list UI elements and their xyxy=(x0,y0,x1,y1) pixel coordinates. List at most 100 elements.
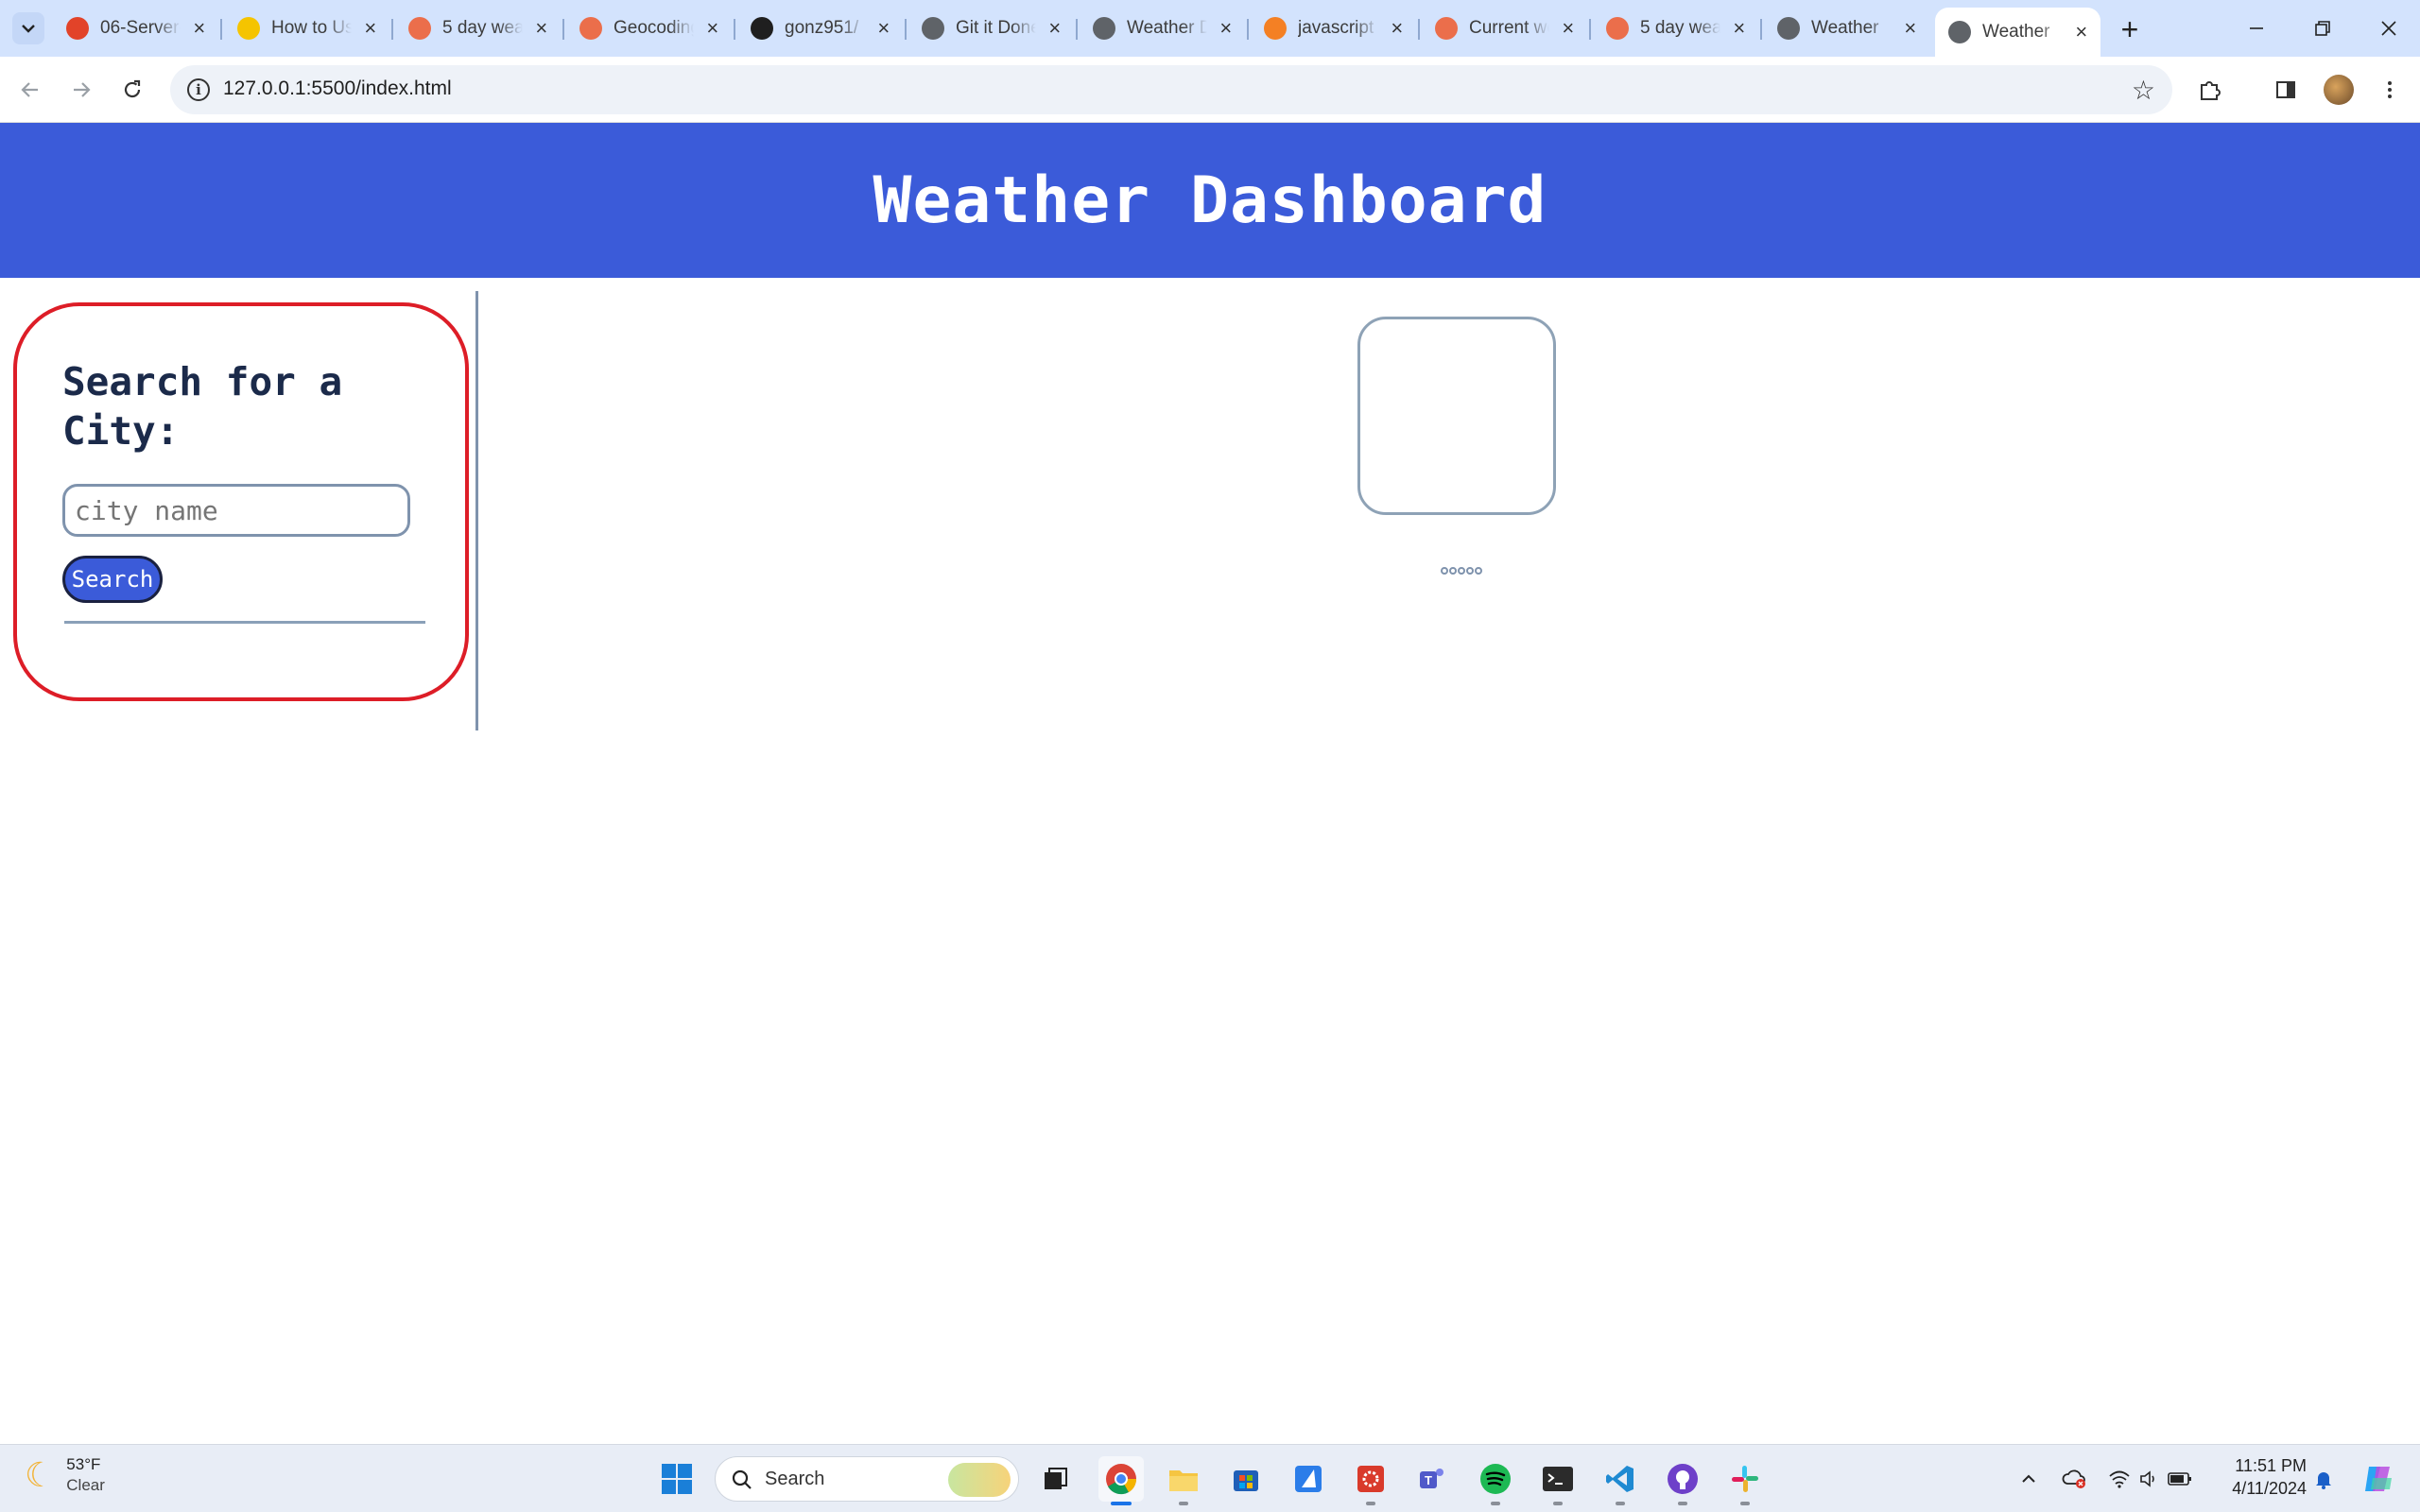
restore-button[interactable] xyxy=(2290,0,2356,57)
notifications-button[interactable] xyxy=(2310,1466,2337,1492)
chrome-menu-button[interactable] xyxy=(2373,73,2407,107)
windows-logo-icon xyxy=(662,1464,692,1494)
tab-separator xyxy=(1589,19,1591,40)
running-indicator xyxy=(1740,1502,1750,1505)
wifi-tray-icon[interactable] xyxy=(2106,1466,2133,1492)
tab-close-icon[interactable]: × xyxy=(1046,16,1064,40)
taskbar-clock[interactable]: 11:51 PM 4/11/2024 xyxy=(2212,1454,2307,1500)
svg-text:T: T xyxy=(1425,1473,1432,1487)
chevron-up-icon xyxy=(2022,1474,2035,1483)
weather-widget[interactable]: ☾ 53°F Clear xyxy=(25,1454,105,1496)
tab-close-icon[interactable]: × xyxy=(532,16,551,40)
battery-tray-icon[interactable] xyxy=(2167,1466,2193,1492)
browser-tab[interactable]: gonz951/ × xyxy=(737,8,903,49)
taskbar-github-desktop[interactable] xyxy=(1660,1456,1705,1505)
new-tab-button[interactable]: + xyxy=(2114,12,2146,46)
taskbar-search-label: Search xyxy=(765,1469,825,1489)
weather-condition: Clear xyxy=(66,1476,105,1494)
taskbar-terminal[interactable] xyxy=(1535,1456,1581,1505)
browser-tab[interactable]: Weather × xyxy=(1764,8,1929,49)
browser-tab[interactable]: 06-Server-Side-APIs × xyxy=(53,8,218,49)
tab-close-icon[interactable]: × xyxy=(703,16,722,40)
github-icon xyxy=(1668,1464,1698,1494)
forecast-day-placeholder xyxy=(1475,567,1482,575)
close-window-button[interactable] xyxy=(2356,0,2420,57)
tab-title: javascript xyxy=(1298,18,1374,38)
slack-icon xyxy=(1732,1466,1758,1492)
profile-avatar[interactable] xyxy=(2324,75,2354,105)
browser-tab-strip: 06-Server-Side-APIs×How to Use×5 day wea… xyxy=(0,0,2420,57)
tab-close-icon[interactable]: × xyxy=(1217,16,1236,40)
more-vertical-icon xyxy=(2388,81,2392,98)
tab-favicon-icon xyxy=(1948,21,1971,43)
address-bar[interactable]: i 127.0.0.1:5500/index.html ☆ xyxy=(170,65,2172,114)
browser-tab[interactable]: How to Use × xyxy=(224,8,389,49)
search-icon xyxy=(732,1469,752,1489)
onedrive-tray-icon[interactable] xyxy=(2061,1466,2087,1492)
bookmark-star-icon[interactable]: ☆ xyxy=(2132,75,2155,106)
taskbar-chrome[interactable] xyxy=(1098,1456,1144,1505)
copilot-button[interactable] xyxy=(2360,1462,2397,1496)
browser-tab[interactable]: Git it Done × xyxy=(908,8,1074,49)
tab-close-icon[interactable]: × xyxy=(190,16,209,40)
chevron-down-icon xyxy=(22,25,35,33)
tab-close-icon[interactable]: × xyxy=(1388,16,1407,40)
url-text[interactable]: 127.0.0.1:5500/index.html xyxy=(223,77,452,100)
search-button[interactable]: Search xyxy=(62,556,163,603)
tab-title: gonz951/ xyxy=(785,18,859,38)
browser-tab[interactable]: 5 day weather × xyxy=(1593,8,1758,49)
tab-favicon-icon xyxy=(1777,17,1800,40)
taskbar-task-view[interactable] xyxy=(1032,1456,1078,1502)
taskbar-store[interactable] xyxy=(1223,1456,1269,1502)
browser-tab[interactable]: Weather × xyxy=(1935,8,2100,57)
side-panel-button[interactable] xyxy=(2269,73,2303,107)
taskbar-azure-data-studio[interactable] xyxy=(1286,1456,1331,1502)
taskbar-file-explorer[interactable] xyxy=(1161,1456,1206,1505)
tab-separator xyxy=(1418,19,1420,40)
browser-tab[interactable]: 5 day weather × xyxy=(395,8,561,49)
taskbar-search[interactable]: Search xyxy=(715,1456,1019,1502)
start-button[interactable] xyxy=(654,1456,700,1502)
browser-tab[interactable]: Geocoding × xyxy=(566,8,732,49)
taskbar-slack[interactable] xyxy=(1722,1456,1768,1505)
copilot-icon xyxy=(2365,1467,2392,1491)
running-indicator xyxy=(1366,1502,1375,1505)
forward-button[interactable] xyxy=(64,73,98,107)
tab-close-icon[interactable]: × xyxy=(874,16,893,40)
browser-tab[interactable]: Weather Dashboard × xyxy=(1080,8,1245,49)
bell-icon xyxy=(2316,1472,2331,1489)
city-search-input[interactable] xyxy=(62,484,410,537)
tab-favicon-icon xyxy=(751,17,773,40)
taskbar-spotify[interactable] xyxy=(1473,1456,1518,1505)
close-icon xyxy=(2381,21,2396,36)
tab-title: Weather Dashboard xyxy=(1127,18,1207,38)
browser-tab[interactable]: Current weather × xyxy=(1422,8,1587,49)
speaker-icon xyxy=(2140,1470,2154,1487)
moon-icon: ☾ xyxy=(25,1455,56,1494)
reload-button[interactable] xyxy=(115,73,149,107)
browser-tab[interactable]: javascript × xyxy=(1251,8,1416,49)
tab-close-icon[interactable]: × xyxy=(361,16,380,40)
show-hidden-icons-button[interactable] xyxy=(2015,1466,2042,1492)
tab-title: 06-Server-Side-APIs xyxy=(100,18,181,38)
running-indicator xyxy=(1678,1502,1687,1505)
tab-search-button[interactable] xyxy=(12,12,44,44)
clock-date: 4/11/2024 xyxy=(2232,1479,2307,1498)
minimize-button[interactable] xyxy=(2223,0,2290,57)
taskbar-teams[interactable]: T xyxy=(1410,1456,1456,1502)
taskbar-vscode[interactable] xyxy=(1598,1456,1643,1505)
volume-tray-icon[interactable] xyxy=(2136,1466,2163,1492)
tab-favicon-icon xyxy=(1435,17,1458,40)
back-button[interactable] xyxy=(13,73,47,107)
tab-close-icon[interactable]: × xyxy=(1559,16,1578,40)
site-info-icon[interactable]: i xyxy=(187,78,210,101)
tab-title: Weather xyxy=(1811,18,1879,38)
tab-close-icon[interactable]: × xyxy=(1730,16,1749,40)
tab-close-icon[interactable]: × xyxy=(1901,16,1920,40)
extensions-button[interactable] xyxy=(2193,73,2227,107)
tab-title: How to Use xyxy=(271,18,352,38)
search-heading: Search for a City: xyxy=(62,359,343,454)
tab-close-icon[interactable]: × xyxy=(2072,20,2091,43)
taskbar-app-red[interactable] xyxy=(1348,1456,1393,1505)
task-view-icon xyxy=(1045,1468,1067,1489)
